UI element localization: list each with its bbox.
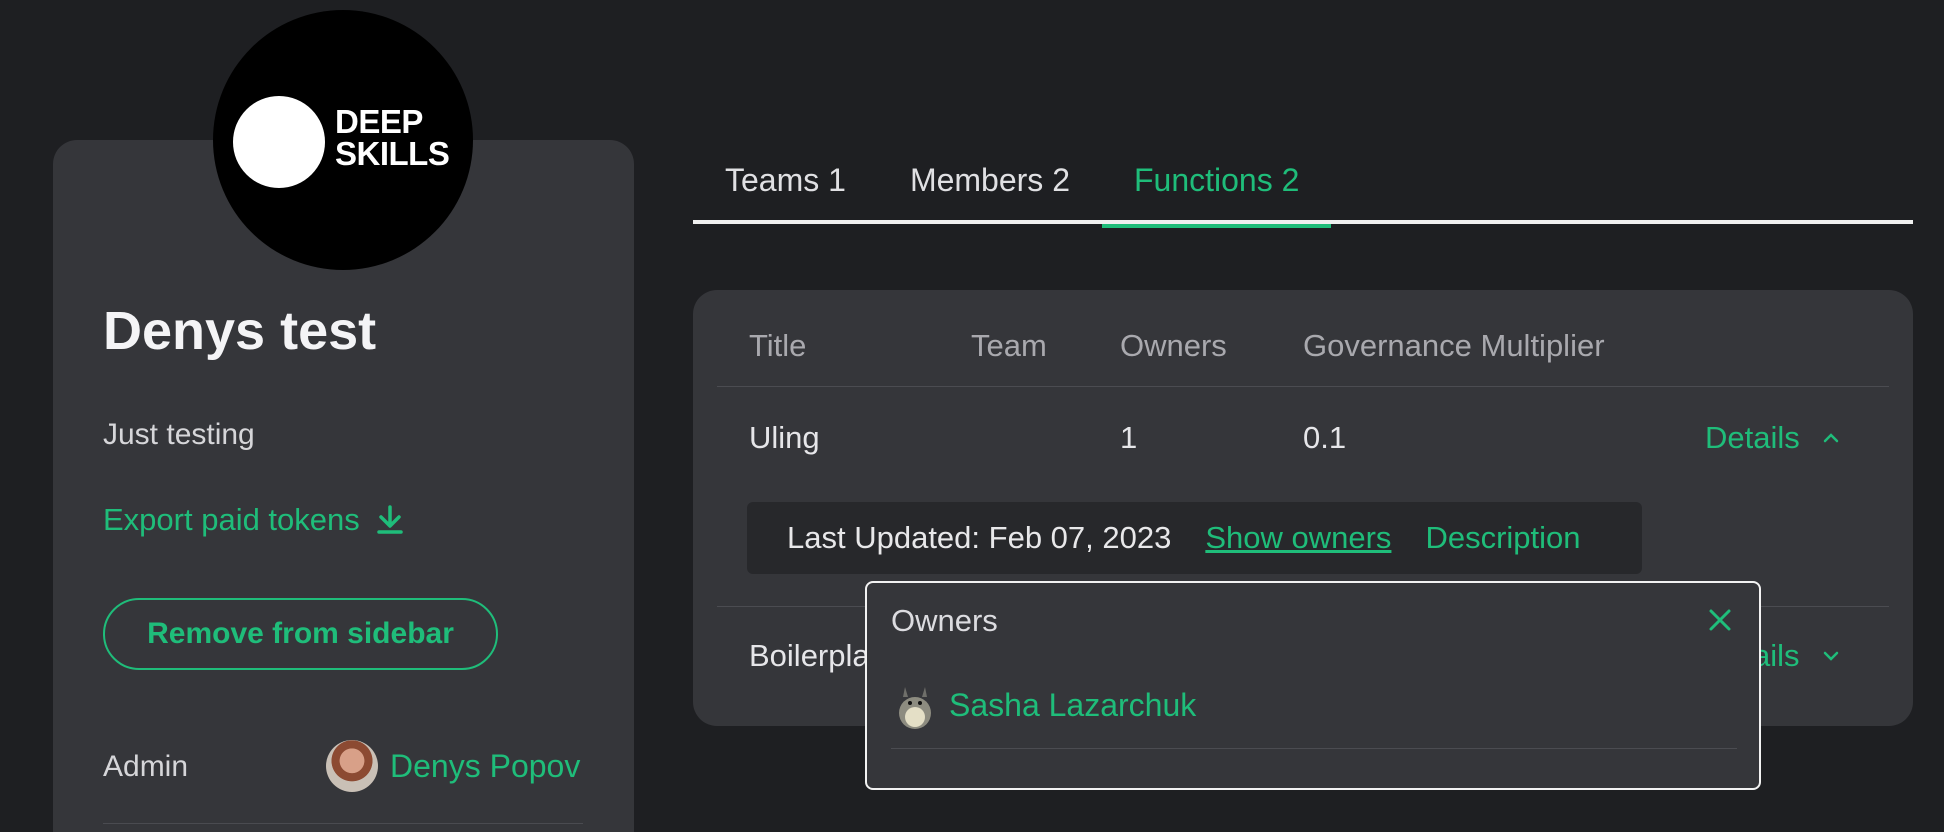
column-header-team: Team bbox=[971, 328, 1047, 363]
tab-members[interactable]: Members 2 bbox=[878, 150, 1102, 224]
section-tabs: Teams 1 Members 2 Functions 2 bbox=[693, 150, 1913, 228]
row-title: Uling bbox=[749, 420, 820, 455]
details-label: Details bbox=[1705, 420, 1800, 455]
chevron-down-icon bbox=[1823, 651, 1838, 661]
export-label: Export paid tokens bbox=[103, 502, 360, 537]
column-header-owners: Owners bbox=[1120, 328, 1227, 363]
chevron-up-icon bbox=[1823, 433, 1839, 443]
column-header-governance-multiplier: Governance Multiplier bbox=[1303, 328, 1605, 363]
tab-teams[interactable]: Teams 1 bbox=[693, 150, 878, 224]
row-owners-count: 1 bbox=[1120, 420, 1138, 455]
totoro-avatar-icon bbox=[899, 687, 931, 729]
show-owners-link[interactable]: Show owners bbox=[1205, 520, 1391, 556]
row-title: Boilerpla bbox=[749, 638, 870, 673]
admin-divider bbox=[103, 823, 583, 824]
remove-from-sidebar-button[interactable]: Remove from sidebar bbox=[103, 598, 498, 670]
logo-circle-mark bbox=[233, 96, 325, 188]
last-updated-text: Last Updated: Feb 07, 2023 bbox=[787, 520, 1172, 555]
logo-wordmark: DEEP SKILLS bbox=[335, 103, 450, 172]
owner-item[interactable]: Sasha Lazarchuk bbox=[895, 679, 1196, 731]
row-multiplier: 0.1 bbox=[1303, 420, 1347, 455]
close-icon[interactable] bbox=[1707, 607, 1733, 633]
owner-name: Sasha Lazarchuk bbox=[949, 686, 1197, 723]
column-header-title: Title bbox=[749, 328, 807, 363]
details-toggle[interactable]: ails bbox=[1753, 638, 1840, 674]
team-name: Denys test bbox=[103, 301, 377, 361]
team-description: Just testing bbox=[103, 418, 255, 451]
owners-popup: Owners Sasha Lazarchuk bbox=[865, 581, 1761, 790]
details-toggle[interactable]: Details bbox=[1705, 420, 1840, 456]
avatar bbox=[326, 740, 378, 792]
download-icon bbox=[377, 505, 403, 534]
header-divider bbox=[717, 386, 1889, 387]
description-link[interactable]: Description bbox=[1425, 520, 1580, 556]
admin-user-link[interactable]: Denys Popov bbox=[326, 740, 580, 792]
tab-functions[interactable]: Functions 2 bbox=[1101, 150, 1332, 228]
owner-divider bbox=[891, 748, 1737, 749]
function-details-panel: Last Updated: Feb 07, 2023 Show owners D… bbox=[747, 502, 1642, 574]
admin-user-name: Denys Popov bbox=[390, 747, 581, 784]
admin-label: Admin bbox=[103, 750, 189, 783]
team-logo: DEEP SKILLS bbox=[213, 10, 473, 270]
export-paid-tokens-link[interactable]: Export paid tokens bbox=[103, 502, 404, 538]
popup-title: Owners bbox=[891, 603, 998, 638]
